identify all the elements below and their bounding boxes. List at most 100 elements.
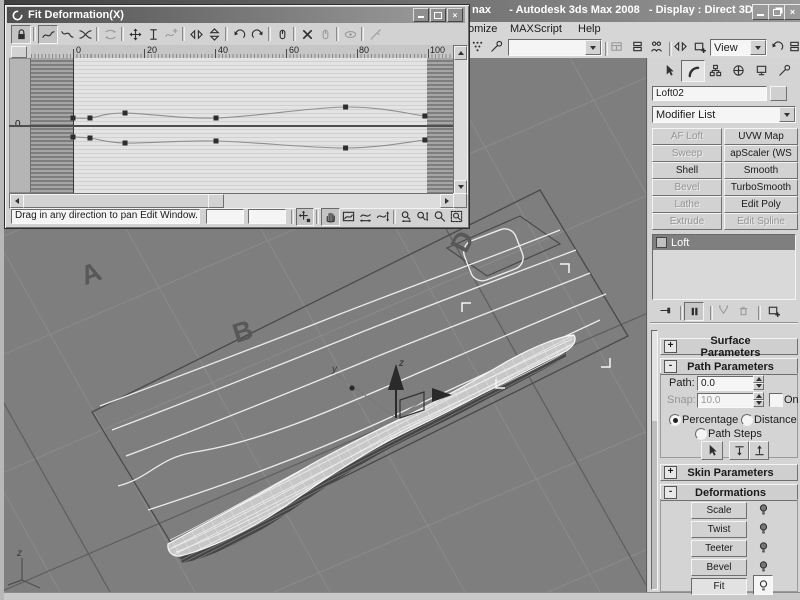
zoom-horizontal-icon[interactable]: [398, 209, 415, 225]
rollout-surface-parameters[interactable]: + Surface Parameters: [660, 338, 798, 355]
zoom-vertical-icon[interactable]: [414, 209, 431, 225]
snap-on-checkbox[interactable]: [769, 393, 783, 407]
distance-radio[interactable]: [741, 414, 753, 426]
menu-maxscript[interactable]: MAXScript: [510, 23, 562, 35]
layer-manager-icon[interactable]: [628, 38, 646, 55]
pan-lock-icon[interactable]: [296, 208, 315, 226]
move-control-point-icon[interactable]: [126, 26, 144, 43]
close-button[interactable]: ×: [784, 4, 800, 20]
zoom-horizontal-extents-icon[interactable]: [357, 209, 374, 225]
path-spinner[interactable]: [753, 375, 764, 390]
scroll-right-icon[interactable]: [440, 194, 454, 208]
object-name-field[interactable]: Loft02: [652, 86, 767, 101]
ruler-tick-label: 60: [289, 45, 299, 55]
keyboard-override-icon[interactable]: [487, 38, 505, 55]
scroll-down-icon[interactable]: [454, 180, 467, 194]
dialog-close-button[interactable]: ×: [447, 8, 463, 22]
teeter-bulb-icon[interactable]: [757, 541, 770, 554]
make-symmetrical-icon[interactable]: [11, 25, 31, 44]
display-y-axis-icon[interactable]: [58, 26, 76, 43]
dialog-title-bar[interactable]: Fit Deformation(X) ×: [7, 7, 465, 23]
scale-control-point-icon[interactable]: [144, 26, 162, 43]
display-xy-axes-icon[interactable]: [76, 26, 94, 43]
pan-icon[interactable]: [321, 208, 340, 226]
stack-item-loft[interactable]: Loft: [653, 235, 795, 250]
named-selection-sets-dropdown[interactable]: [508, 39, 602, 56]
show-end-result-icon[interactable]: [684, 302, 704, 321]
bevel-bulb-icon[interactable]: [757, 560, 770, 573]
mirror-horizontally-icon[interactable]: [187, 26, 205, 43]
next-shape-icon[interactable]: [749, 441, 769, 460]
vertical-scrollbar[interactable]: [453, 45, 468, 195]
pin-stack-icon[interactable]: [656, 302, 674, 319]
panel-scrollbar[interactable]: [651, 330, 658, 590]
scale-bulb-icon[interactable]: [757, 503, 770, 516]
rollout-toggle[interactable]: -: [664, 486, 677, 499]
tab-create[interactable]: [658, 60, 680, 80]
mirror-vertically-icon[interactable]: [205, 26, 223, 43]
curve-edit-window[interactable]: 0: [9, 58, 453, 193]
rotate-90-cw-icon[interactable]: [248, 26, 266, 43]
select-and-manipulate-icon[interactable]: [785, 38, 800, 55]
rollout-toggle[interactable]: +: [664, 340, 677, 353]
scrollbar-thumb-grip[interactable]: [208, 194, 224, 208]
snap-spinner[interactable]: [753, 392, 764, 407]
restore-button[interactable]: [768, 4, 785, 20]
rollout-skin-parameters[interactable]: + Skin Parameters: [660, 464, 798, 481]
coord-x-field[interactable]: [206, 209, 244, 224]
modifier-button[interactable]: Smooth: [724, 162, 798, 179]
dialog-maximize-button[interactable]: [430, 8, 446, 22]
modifier-button[interactable]: UVW Map: [724, 128, 798, 145]
delete-control-point-icon[interactable]: [298, 26, 316, 43]
rotate-90-ccw-icon[interactable]: [230, 26, 248, 43]
snap-dots-icon[interactable]: [468, 38, 486, 55]
scroll-up-icon[interactable]: [454, 46, 467, 60]
menu-help[interactable]: Help: [578, 23, 601, 35]
rollout-toggle[interactable]: -: [664, 360, 677, 373]
tab-hierarchy[interactable]: [704, 60, 726, 80]
modifier-list-dropdown[interactable]: Modifier List: [652, 106, 796, 123]
reference-coordinate-dropdown[interactable]: View: [710, 39, 767, 56]
scroll-left-icon[interactable]: [10, 194, 24, 208]
tab-modify[interactable]: [681, 60, 705, 82]
zoom-extents-icon[interactable]: [340, 209, 357, 225]
modifier-button[interactable]: Shell: [652, 162, 722, 179]
use-pivot-center-icon[interactable]: [768, 38, 786, 55]
object-color-swatch[interactable]: [770, 86, 787, 101]
coord-y-field[interactable]: [248, 209, 286, 224]
tab-utilities[interactable]: [773, 60, 795, 80]
zoom-region-icon[interactable]: [448, 209, 465, 225]
minimize-button[interactable]: [752, 4, 769, 20]
modifier-button[interactable]: Edit Poly: [724, 196, 798, 213]
modifier-enable-icon[interactable]: [656, 237, 667, 248]
tab-motion[interactable]: [727, 60, 749, 80]
rollout-toggle[interactable]: +: [664, 466, 677, 479]
zoom-icon[interactable]: [431, 209, 448, 225]
fit-bulb-frame[interactable]: [753, 575, 773, 595]
path-value-field[interactable]: 0.0: [697, 376, 754, 391]
modifier-button[interactable]: apScaler (WS: [724, 145, 798, 162]
modifier-button[interactable]: TurboSmooth: [724, 179, 798, 196]
align-icon[interactable]: [690, 38, 708, 55]
twist-deformation-button[interactable]: Twist: [691, 521, 747, 538]
scrollbar-thumb[interactable]: [23, 194, 210, 208]
path-steps-radio[interactable]: [695, 428, 707, 440]
fit-bulb-icon[interactable]: [757, 579, 770, 592]
configure-modifier-sets-icon[interactable]: [764, 302, 782, 319]
fit-deformation-button[interactable]: Fit: [691, 578, 747, 595]
mirror-icon[interactable]: [671, 38, 689, 55]
teeter-deformation-button[interactable]: Teeter: [691, 540, 747, 557]
menu-customize[interactable]: omize: [468, 23, 497, 35]
previous-shape-icon[interactable]: [729, 441, 749, 460]
twist-bulb-icon[interactable]: [757, 522, 770, 535]
scale-deformation-button[interactable]: Scale: [691, 502, 747, 519]
zoom-vertical-extents-icon[interactable]: [374, 209, 391, 225]
schematic-view-icon[interactable]: [647, 38, 665, 55]
tab-display[interactable]: [750, 60, 772, 80]
percentage-radio[interactable]: [669, 414, 681, 426]
bevel-deformation-button[interactable]: Bevel: [691, 559, 747, 576]
pick-shape-icon[interactable]: [701, 441, 723, 460]
display-x-axis-icon[interactable]: [38, 25, 58, 44]
dialog-minimize-button[interactable]: [413, 8, 429, 22]
delete-curve-icon[interactable]: [273, 26, 291, 43]
